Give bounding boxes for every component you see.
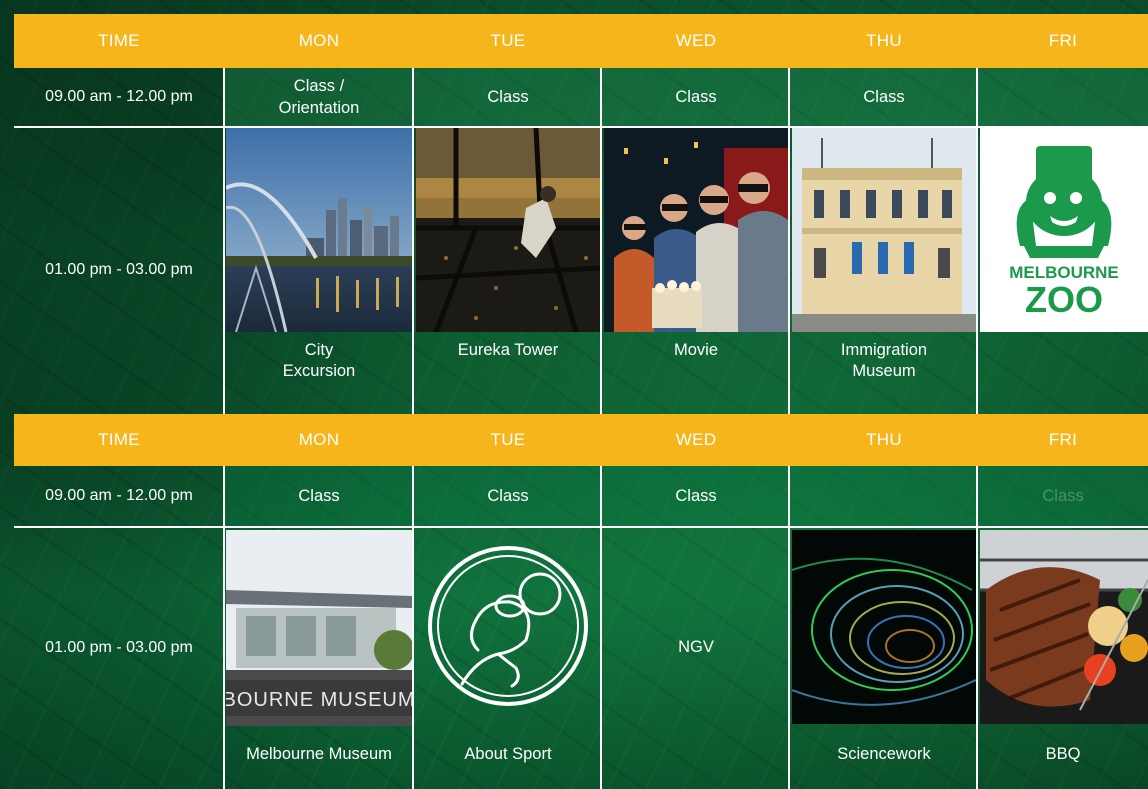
week2-morning-wed: Class [602, 466, 790, 527]
bbq-photo [980, 530, 1148, 724]
city-excursion-photo [226, 128, 412, 332]
grid-divider [976, 466, 978, 789]
sciencework-photo [792, 530, 976, 724]
museum-sign-text: BOURNE MUSEUM [226, 689, 412, 711]
week2-header-time: TIME [14, 414, 224, 466]
grid-divider [788, 466, 790, 789]
week2-header-wed: WED [602, 414, 790, 466]
week1-morning-thu: Class [790, 68, 978, 127]
grid-divider [600, 68, 602, 414]
grid-divider [976, 68, 978, 414]
week1-header-thu: THU [790, 14, 978, 68]
week1-afternoon-thu-label: Immigration Museum [840, 341, 928, 381]
week1-afternoon-mon-label: City Excursion [282, 341, 356, 381]
week2-afternoon-fri-label: BBQ [1045, 745, 1081, 763]
week2-afternoon-tue-label: About Sport [464, 745, 552, 763]
grid-divider [600, 466, 602, 789]
week1-header-tue: TUE [414, 14, 602, 68]
week2-morning-tue: Class [414, 466, 602, 527]
about-sport-icon [416, 530, 600, 730]
grid-divider [14, 526, 1148, 528]
week1-header-wed: WED [602, 14, 790, 68]
week2-morning-thu [790, 466, 978, 527]
week1-afternoon-time: 01.00 pm - 03.00 pm [45, 261, 193, 279]
grid-divider [412, 466, 414, 789]
week2-morning-time: 09.00 am - 12.00 pm [45, 487, 193, 505]
week1-morning-mon: Class / Orientation [224, 68, 414, 127]
week1-header-fri: FRI [978, 14, 1148, 68]
week2-header-mon: MON [224, 414, 414, 466]
immigration-museum-photo [792, 128, 976, 332]
week1-afternoon-tue-label: Eureka Tower [457, 341, 559, 359]
week2-morning-mon: Class [224, 466, 414, 527]
week1-header-time: TIME [14, 14, 224, 68]
week2-header-tue: TUE [414, 414, 602, 466]
eureka-tower-photo [416, 128, 600, 332]
movie-photo [604, 128, 788, 332]
week1-afternoon-wed-label: Movie [673, 341, 718, 359]
grid-divider [223, 466, 225, 789]
melbourne-zoo-logo: MELBOURNE ZOO [980, 128, 1148, 332]
week2-afternoon-thu-label: Sciencework [837, 745, 931, 763]
week2-afternoon-mon-label: Melbourne Museum [246, 745, 392, 763]
week2-afternoon-time: 01.00 pm - 03.00 pm [45, 638, 193, 656]
zoo-logo-line2: ZOO [1025, 279, 1103, 320]
week1-header-mon: MON [224, 14, 414, 68]
week2-header-fri: FRI [978, 414, 1148, 466]
grid-divider [14, 126, 1148, 128]
week2-header-thu: THU [790, 414, 978, 466]
week1-morning-wed: Class [602, 68, 790, 127]
week2-morning-fri: Class [978, 466, 1148, 527]
week2-afternoon-wed: NGV [678, 638, 714, 657]
week1-morning-time: 09.00 am - 12.00 pm [45, 88, 193, 106]
week1-morning-tue: Class [414, 68, 602, 127]
grid-divider [223, 68, 225, 414]
grid-divider [412, 68, 414, 414]
grid-divider [788, 68, 790, 414]
melbourne-museum-photo: BOURNE MUSEUM [226, 530, 412, 726]
week1-morning-fri [978, 68, 1148, 127]
